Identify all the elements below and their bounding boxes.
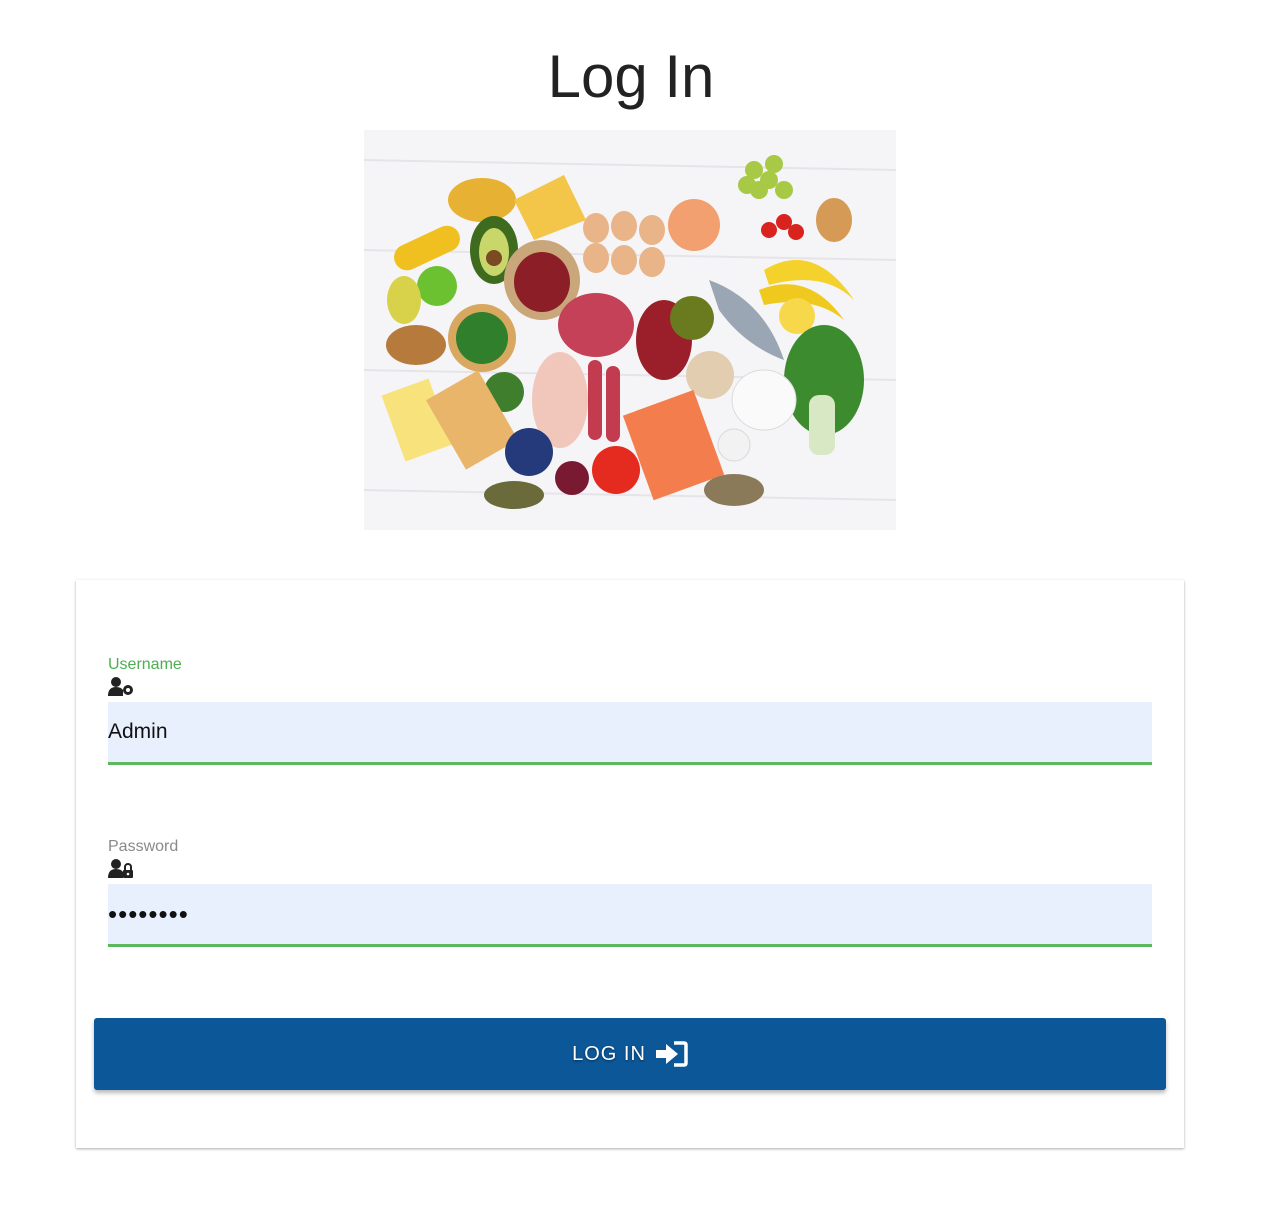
login-page: Log In Username Admin Password •••••••• … [0,0,1282,1220]
password-input[interactable] [108,884,1152,947]
user-lock-icon [108,858,134,878]
login-card: Username Password LOG IN [76,580,1184,1148]
food-illustration [364,130,896,530]
login-button[interactable]: LOG IN [94,1018,1166,1090]
page-title: Log In [547,43,715,110]
sign-in-icon [654,1040,688,1068]
login-button-label: LOG IN [572,1042,646,1065]
password-label: Password [108,838,179,855]
food-hero-image [364,130,896,530]
username-input[interactable] [108,702,1152,765]
user-gear-icon [108,676,134,696]
username-label: Username [108,656,182,673]
